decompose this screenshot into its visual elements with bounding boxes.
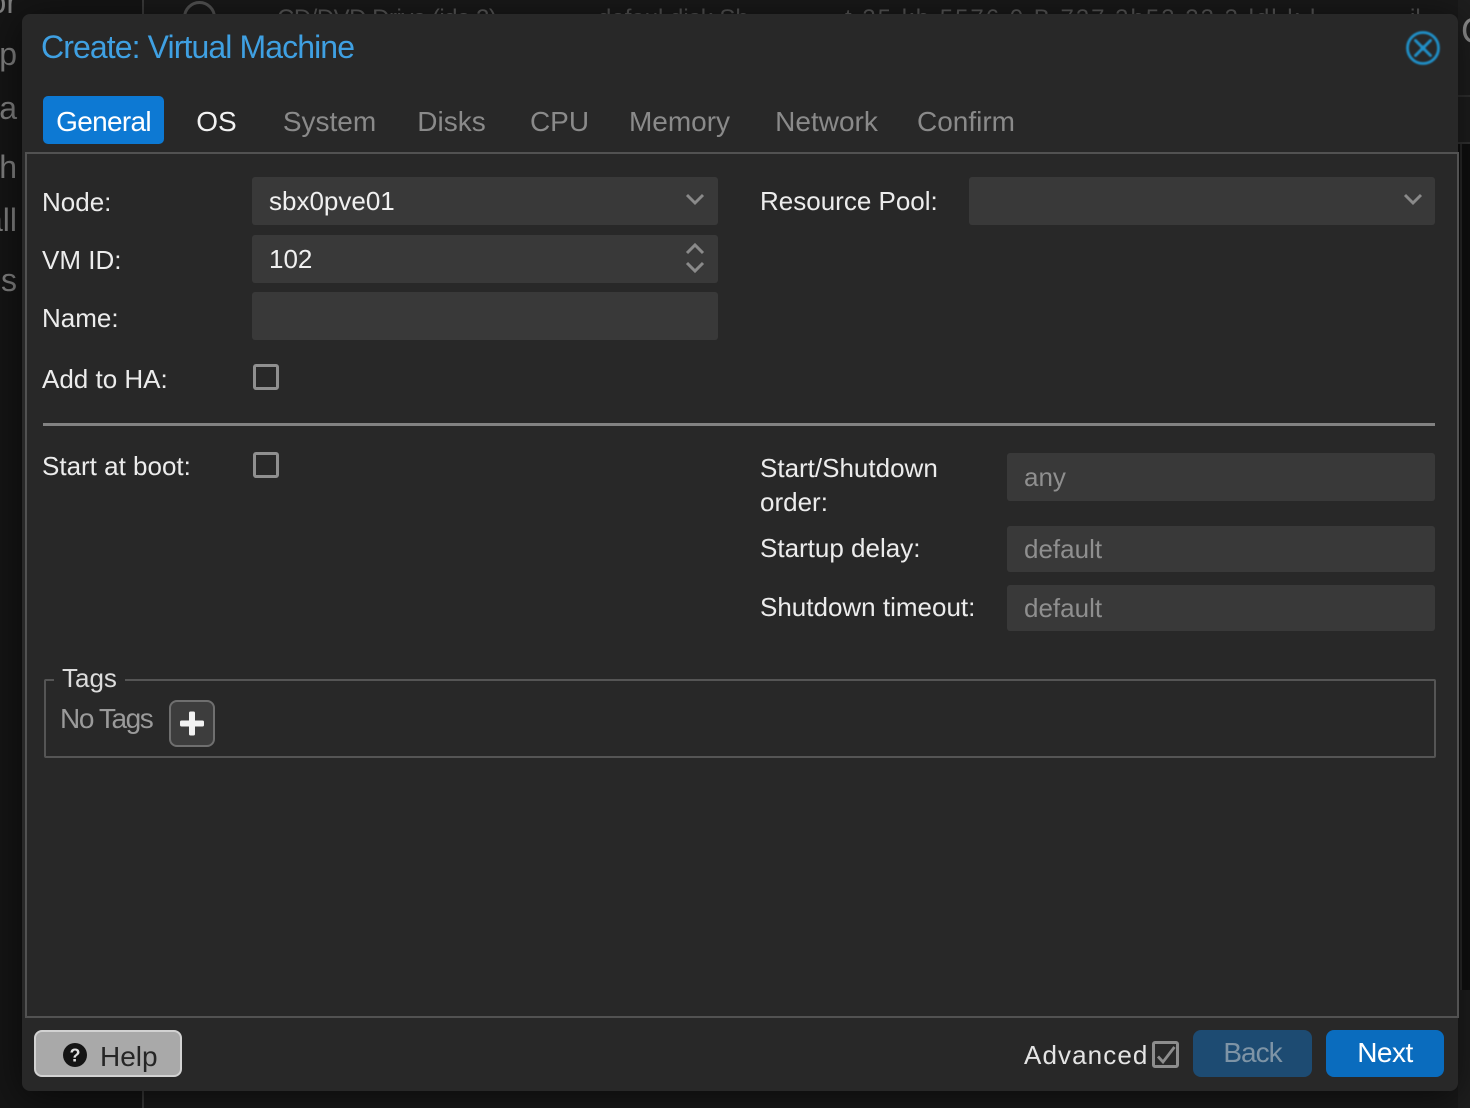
svg-text:?: ? [70, 1046, 81, 1066]
